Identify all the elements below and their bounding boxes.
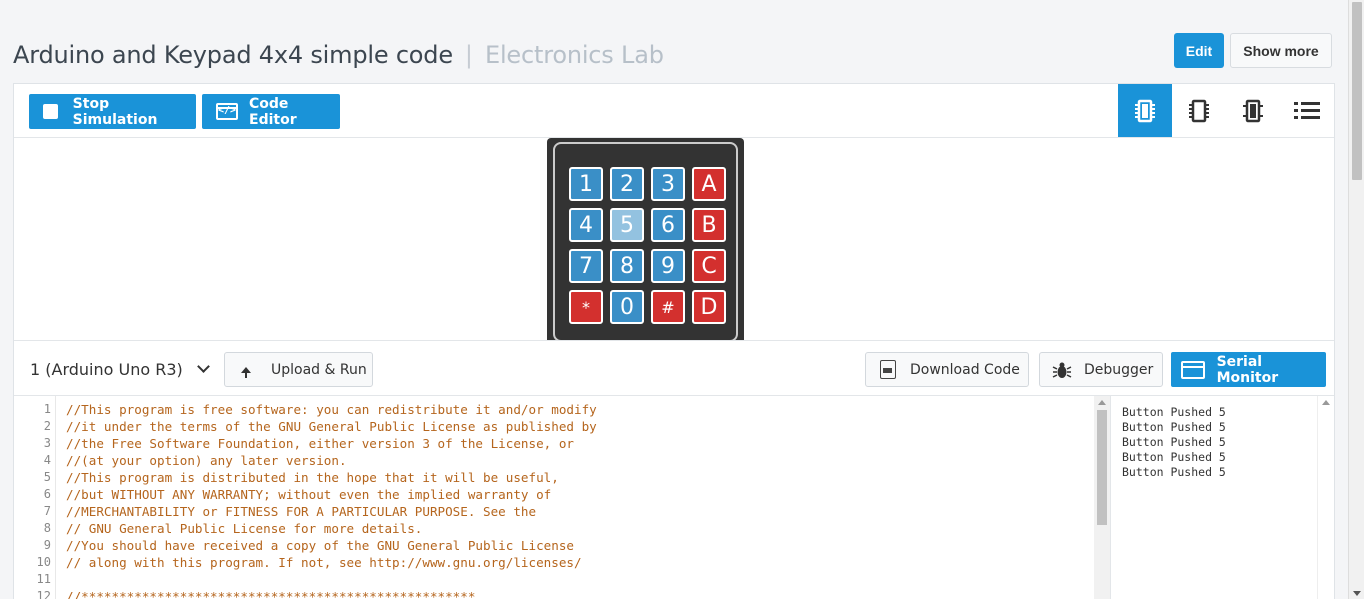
page-header: Arduino and Keypad 4x4 simple code | Ele… [13, 38, 664, 72]
serial-monitor-button[interactable]: Serial Monitor [1171, 352, 1326, 387]
keypad-key[interactable]: 2 [610, 167, 644, 201]
keypad-key[interactable]: 9 [651, 249, 685, 283]
serial-scrollbar[interactable] [1317, 396, 1333, 599]
code-line[interactable]: //**************************************… [66, 588, 475, 599]
keypad-4x4[interactable]: 1 2 3 A 4 5 6 B 7 8 9 C * 0 # D [547, 138, 744, 340]
keypad-key[interactable]: B [692, 208, 726, 242]
code-line[interactable]: //This program is free software: you can… [66, 401, 597, 418]
page-subtitle[interactable]: Electronics Lab [485, 41, 664, 69]
keypad-frame: 1 2 3 A 4 5 6 B 7 8 9 C * 0 # D [553, 142, 738, 340]
debugger-label: Debugger [1084, 361, 1154, 378]
keypad-key[interactable]: C [692, 249, 726, 283]
line-number: 11 [36, 572, 51, 586]
serial-line: Button Pushed 5 [1122, 435, 1226, 449]
line-number: 10 [36, 555, 51, 569]
line-number: 6 [43, 487, 51, 501]
editor-scroll-thumb[interactable] [1097, 410, 1107, 525]
keypad-key[interactable]: 8 [610, 249, 644, 283]
line-number-gutter: 1 2 3 4 5 6 7 8 9 10 11 12 [14, 396, 56, 599]
line-number: 1 [43, 402, 51, 416]
keypad-key[interactable]: 0 [610, 290, 644, 324]
serial-line: Button Pushed 5 [1122, 450, 1226, 464]
keypad-key[interactable]: 6 [651, 208, 685, 242]
line-number: 9 [43, 538, 51, 552]
file-download-icon [880, 360, 896, 379]
code-editor-button[interactable]: </> Code Editor [202, 94, 340, 129]
code-toolbar: 1 (Arduino Uno R3) Upload & Run Download… [14, 340, 1334, 396]
stop-simulation-label: Stop Simulation [72, 95, 158, 128]
upload-arrow-icon [241, 366, 251, 378]
circuit-panel: Stop Simulation </> Code Editor 1 2 3 A … [13, 83, 1335, 599]
line-number: 5 [43, 470, 51, 484]
code-line[interactable]: // along with this program. If not, see … [66, 554, 582, 571]
serial-monitor-label: Serial Monitor [1216, 353, 1279, 386]
keypad-key[interactable]: 7 [569, 249, 603, 283]
line-number: 7 [43, 504, 51, 518]
scroll-up-icon[interactable] [1322, 400, 1330, 405]
download-code-button[interactable]: Download Code [865, 352, 1029, 387]
board-select[interactable]: 1 (Arduino Uno R3) [30, 352, 210, 386]
edit-button[interactable]: Edit [1174, 33, 1224, 68]
debugger-button[interactable]: Debugger [1039, 352, 1163, 387]
upload-run-button[interactable]: Upload & Run [224, 352, 373, 387]
scroll-up-icon[interactable] [1098, 400, 1106, 405]
bug-icon [1052, 362, 1072, 378]
code-icon: </> [216, 103, 238, 120]
line-number: 8 [43, 521, 51, 535]
keypad-key[interactable]: * [569, 290, 603, 324]
keypad-key[interactable]: 4 [569, 208, 603, 242]
code-line[interactable]: // GNU General Public License for more d… [66, 520, 422, 537]
line-number: 2 [43, 419, 51, 433]
code-editor-label: Code Editor [249, 95, 297, 128]
view-tabs [1118, 84, 1334, 137]
show-more-button[interactable]: Show more [1230, 33, 1332, 68]
scroll-down-icon[interactable] [1353, 591, 1361, 596]
code-line[interactable]: //You should have received a copy of the… [66, 537, 574, 554]
page-title: Arduino and Keypad 4x4 simple code [13, 41, 453, 69]
code-editor[interactable]: 1 2 3 4 5 6 7 8 9 10 11 12 //This program is free s… [14, 396, 1111, 599]
keypad-key[interactable]: # [651, 290, 685, 324]
serial-line: Button Pushed 5 [1122, 405, 1226, 419]
keypad-key[interactable]: D [692, 290, 726, 324]
serial-monitor: Button Pushed 5 Button Pushed 5 Button Pus… [1112, 396, 1334, 599]
serial-line: Button Pushed 5 [1122, 465, 1226, 479]
chevron-down-icon [196, 360, 210, 373]
component-view-icon [1135, 99, 1155, 122]
serial-line: Button Pushed 5 [1122, 420, 1226, 434]
schematic-view-icon [1189, 99, 1209, 122]
line-number: 4 [43, 453, 51, 467]
line-number: 12 [36, 589, 51, 599]
code-line[interactable]: //This program is distributed in the hop… [66, 469, 559, 486]
page-scroll-thumb[interactable] [1352, 2, 1362, 180]
stop-simulation-button[interactable]: Stop Simulation [29, 94, 196, 129]
line-number: 3 [43, 436, 51, 450]
editor-scrollbar[interactable] [1094, 396, 1110, 599]
simulation-canvas[interactable]: 1 2 3 A 4 5 6 B 7 8 9 C * 0 # D [14, 138, 1334, 340]
tab-schematic-view[interactable] [1172, 84, 1226, 137]
keypad-key[interactable]: A [692, 167, 726, 201]
download-code-label: Download Code [910, 361, 1020, 378]
code-line[interactable]: //(at your option) any later version. [66, 452, 347, 469]
stop-icon [43, 104, 58, 119]
tab-chip-view[interactable] [1226, 84, 1280, 137]
tab-component-view[interactable] [1118, 84, 1172, 137]
code-line[interactable]: //but WITHOUT ANY WARRANTY; without even… [66, 486, 551, 503]
tab-list-view[interactable] [1280, 84, 1334, 137]
keypad-key[interactable]: 1 [569, 167, 603, 201]
board-select-value: 1 (Arduino Uno R3) [30, 359, 183, 379]
upload-run-label: Upload & Run [271, 361, 367, 378]
simulation-toolbar: Stop Simulation </> Code Editor [14, 84, 1334, 138]
keypad-key[interactable]: 5 [610, 208, 644, 242]
code-line[interactable]: //it under the terms of the GNU General … [66, 418, 597, 435]
title-separator: | [464, 41, 473, 69]
list-view-icon [1294, 101, 1320, 119]
monitor-icon [1181, 360, 1205, 379]
page-scrollbar[interactable] [1348, 0, 1364, 599]
code-line[interactable]: //the Free Software Foundation, either v… [66, 435, 574, 452]
keypad-key[interactable]: 3 [651, 167, 685, 201]
code-line[interactable]: //MERCHANTABILITY or FITNESS FOR A PARTI… [66, 503, 536, 520]
chip-view-icon [1243, 99, 1263, 122]
